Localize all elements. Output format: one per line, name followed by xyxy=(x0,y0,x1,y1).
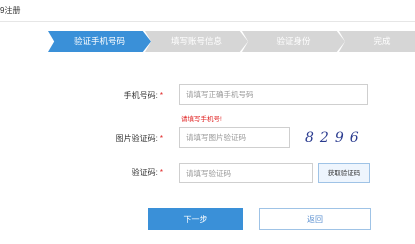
phone-label-text: 手机号码: xyxy=(123,91,158,100)
step-verify-phone: 验证手机号码 xyxy=(48,31,151,52)
back-button[interactable]: 返回 xyxy=(259,208,371,230)
captcha-label-text: 图片验证码: xyxy=(115,134,158,143)
captcha-label: 图片验证码: * xyxy=(93,133,163,144)
next-step-button[interactable]: 下一步 xyxy=(148,208,243,230)
step-account-info: 填写账号信息 xyxy=(145,31,248,52)
get-code-button[interactable]: 获取验证码 xyxy=(318,163,370,183)
sms-code-required-mark: * xyxy=(159,168,163,177)
captcha-input[interactable] xyxy=(179,127,290,148)
progress-steps: 验证手机号码 填写账号信息 验证身份 完成 xyxy=(0,0,415,60)
phone-input[interactable] xyxy=(179,84,368,105)
step-verify-identity: 验证身份 xyxy=(242,31,345,52)
phone-required-mark: * xyxy=(159,91,163,100)
step-complete: 完成 xyxy=(339,31,415,52)
phone-error-message: 请填写手机号! xyxy=(181,116,222,123)
sms-code-label-text: 验证码: xyxy=(131,168,158,177)
captcha-required-mark: * xyxy=(159,134,163,143)
phone-label: 手机号码: * xyxy=(93,90,163,101)
sms-code-input[interactable] xyxy=(179,163,313,183)
sms-code-label: 验证码: * xyxy=(93,167,163,178)
captcha-image[interactable]: 8296 xyxy=(305,130,365,146)
